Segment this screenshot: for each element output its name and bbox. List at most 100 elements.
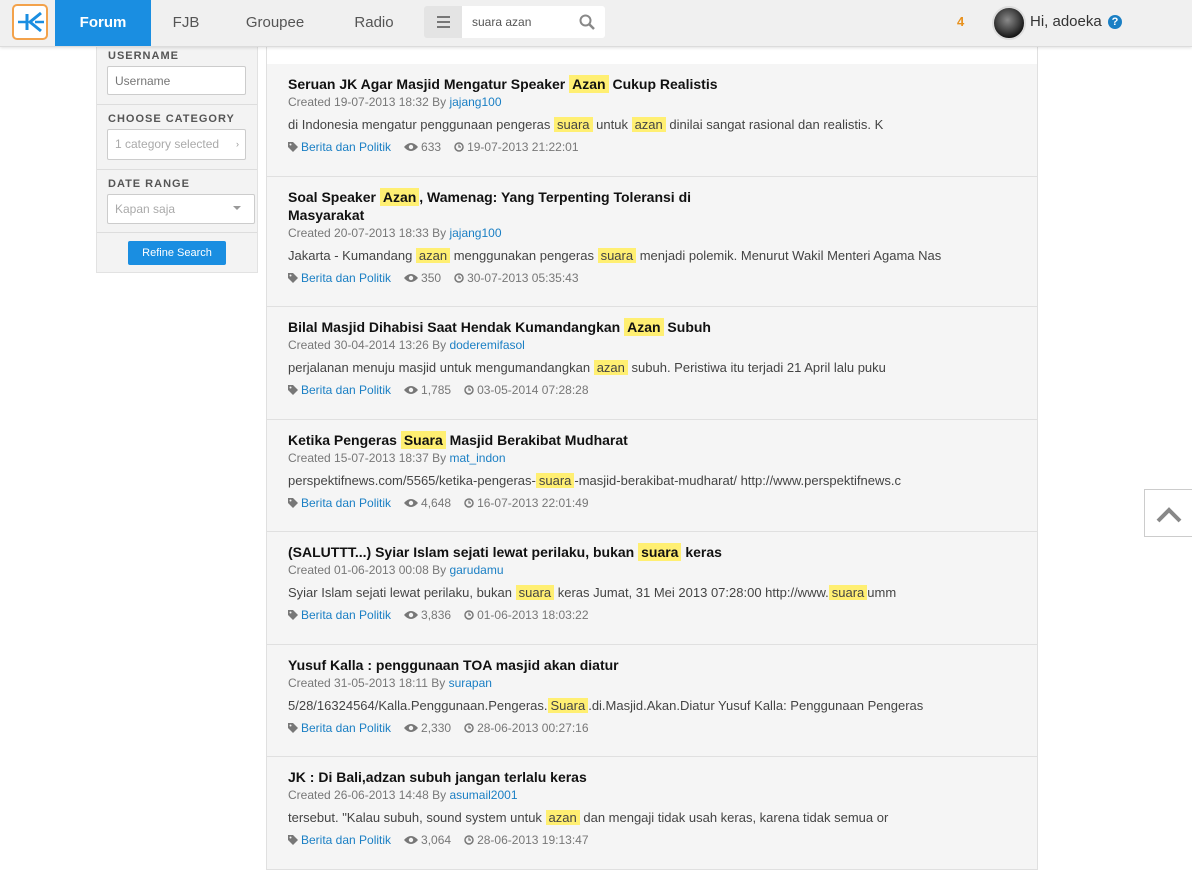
snippet-text: menggunakan pengeras bbox=[450, 248, 598, 263]
category-link[interactable]: Berita dan Politik bbox=[301, 140, 391, 154]
title-text: Cukup Realistis bbox=[608, 76, 718, 92]
hamburger-menu-icon[interactable] bbox=[424, 6, 462, 38]
result-footer: Berita dan Politik 4,648 16-07-2013 22:01:… bbox=[288, 496, 589, 510]
author-link[interactable]: surapan bbox=[449, 676, 492, 690]
eye-icon bbox=[404, 274, 419, 282]
username-input[interactable] bbox=[107, 66, 246, 95]
view-count: 350 bbox=[421, 271, 442, 285]
view-count: 2,330 bbox=[421, 721, 452, 735]
date-range-select[interactable]: Kapan saja bbox=[107, 194, 255, 224]
title-text: Soal Speaker bbox=[288, 189, 380, 205]
search-highlight: Suara bbox=[547, 698, 589, 713]
last-post-date: 28-06-2013 00:27:16 bbox=[477, 721, 589, 735]
eye-icon bbox=[404, 143, 419, 151]
snippet-text: subuh. Peristiwa itu terjadi 21 April la… bbox=[627, 360, 886, 375]
author-link[interactable]: doderemifasol bbox=[449, 338, 524, 352]
result-title[interactable]: Ketika Pengeras Suara Masjid Berakibat M… bbox=[288, 431, 738, 449]
category-section: CHOOSE CATEGORY 1 category selected › bbox=[97, 104, 257, 170]
result-item: Ketika Pengeras Suara Masjid Berakibat M… bbox=[267, 420, 1037, 532]
result-meta: Created 19-07-2013 18:32 By jajang100 bbox=[288, 95, 502, 109]
help-icon[interactable]: ? bbox=[1108, 15, 1122, 29]
tab-radio[interactable]: Radio bbox=[329, 0, 419, 46]
result-footer: Berita dan Politik 3,064 28-06-2013 19:13:… bbox=[288, 833, 589, 847]
search-highlight: suara bbox=[515, 585, 555, 600]
category-label: CHOOSE CATEGORY bbox=[108, 113, 235, 125]
category-value: 1 category selected bbox=[115, 137, 220, 151]
result-title[interactable]: (SALUTTT...) Syiar Islam sejati lewat pe… bbox=[288, 543, 738, 561]
kaskus-logo[interactable] bbox=[12, 4, 48, 40]
notification-count[interactable]: 4 bbox=[957, 14, 964, 29]
result-title[interactable]: Seruan JK Agar Masjid Mengatur Speaker A… bbox=[288, 75, 738, 93]
refine-search-button[interactable]: Refine Search bbox=[128, 241, 226, 265]
clock-icon bbox=[464, 835, 474, 845]
tag-icon bbox=[288, 610, 298, 620]
category-select[interactable]: 1 category selected › bbox=[107, 129, 246, 160]
chevron-down-icon bbox=[233, 206, 241, 210]
result-title[interactable]: Bilal Masjid Dihabisi Saat Hendak Kumand… bbox=[288, 318, 738, 336]
result-item: JK : Di Bali,adzan subuh jangan terlalu … bbox=[267, 757, 1037, 870]
result-meta: Created 20-07-2013 18:33 By jajang100 bbox=[288, 226, 502, 240]
created-date: Created 31-05-2013 18:11 By bbox=[288, 676, 449, 690]
search-highlight: suara bbox=[638, 543, 682, 561]
title-text: keras bbox=[681, 544, 722, 560]
author-link[interactable]: garudamu bbox=[449, 563, 503, 577]
result-title[interactable]: Yusuf Kalla : penggunaan TOA masjid akan… bbox=[288, 656, 738, 674]
created-date: Created 01-06-2013 00:08 By bbox=[288, 563, 450, 577]
date-range-section: DATE RANGE Kapan saja bbox=[97, 169, 257, 233]
snippet-text: perspektifnews.com/5565/ketika-pengeras- bbox=[288, 473, 536, 488]
eye-icon bbox=[404, 611, 419, 619]
results-list: Seruan JK Agar Masjid Mengatur Speaker A… bbox=[266, 46, 1038, 870]
tag-icon bbox=[288, 498, 298, 508]
last-post-date: 28-06-2013 19:13:47 bbox=[477, 833, 589, 847]
chevron-right-icon: › bbox=[236, 139, 239, 149]
result-title[interactable]: Soal Speaker Azan, Wamenag: Yang Terpent… bbox=[288, 188, 738, 224]
author-link[interactable]: asumail2001 bbox=[449, 788, 517, 802]
top-navbar: Forum FJB Groupee Radio 4 Hi, adoeka ? bbox=[0, 0, 1192, 47]
title-text: Seruan JK Agar Masjid Mengatur Speaker bbox=[288, 76, 570, 92]
eye-icon bbox=[404, 386, 419, 394]
author-link[interactable]: jajang100 bbox=[449, 226, 501, 240]
created-date: Created 20-07-2013 18:33 By bbox=[288, 226, 450, 240]
clock-icon bbox=[454, 142, 464, 152]
title-text: Subuh bbox=[663, 319, 711, 335]
result-footer: Berita dan Politik 633 19-07-2013 21:22:01 bbox=[288, 140, 579, 154]
view-count: 3,836 bbox=[421, 608, 452, 622]
snippet-text: perjalanan menuju masjid untuk mengumand… bbox=[288, 360, 594, 375]
title-text: (SALUTTT...) Syiar Islam sejati lewat pe… bbox=[288, 544, 639, 560]
search-highlight: Azan bbox=[379, 188, 420, 206]
author-link[interactable]: mat_indon bbox=[449, 451, 505, 465]
created-date: Created 30-04-2014 13:26 By bbox=[288, 338, 450, 352]
result-title[interactable]: JK : Di Bali,adzan subuh jangan terlalu … bbox=[288, 768, 738, 786]
tab-forum[interactable]: Forum bbox=[55, 0, 151, 46]
category-link[interactable]: Berita dan Politik bbox=[301, 608, 391, 622]
result-snippet: Syiar Islam sejati lewat perilaku, bukan… bbox=[288, 585, 1028, 600]
category-link[interactable]: Berita dan Politik bbox=[301, 271, 391, 285]
avatar[interactable] bbox=[992, 6, 1026, 40]
result-snippet: di Indonesia mengatur penggunaan pengera… bbox=[288, 117, 1028, 132]
snippet-text: -masjid-berakibat-mudharat/ http://www.p… bbox=[574, 473, 901, 488]
date-range-label: DATE RANGE bbox=[108, 178, 190, 190]
result-snippet: 5/28/16324564/Kalla.Penggunaan.Pengeras.… bbox=[288, 698, 1028, 713]
search-input[interactable] bbox=[472, 13, 572, 31]
last-post-date: 19-07-2013 21:22:01 bbox=[467, 140, 579, 154]
view-count: 633 bbox=[421, 140, 442, 154]
result-footer: Berita dan Politik 350 30-07-2013 05:35:43 bbox=[288, 271, 579, 285]
scroll-to-top-button[interactable] bbox=[1144, 489, 1192, 537]
category-link[interactable]: Berita dan Politik bbox=[301, 496, 391, 510]
author-link[interactable]: jajang100 bbox=[449, 95, 501, 109]
tab-groupee[interactable]: Groupee bbox=[221, 0, 329, 46]
snippet-text: Jakarta - Kumandang bbox=[288, 248, 416, 263]
last-post-date: 03-05-2014 07:28:28 bbox=[477, 383, 589, 397]
title-text: Bilal Masjid Dihabisi Saat Hendak Kumand… bbox=[288, 319, 625, 335]
category-link[interactable]: Berita dan Politik bbox=[301, 383, 391, 397]
result-item: Soal Speaker Azan, Wamenag: Yang Terpent… bbox=[267, 177, 1037, 307]
search-icon[interactable] bbox=[579, 14, 595, 30]
title-text: Ketika Pengeras bbox=[288, 432, 401, 448]
tab-fjb[interactable]: FJB bbox=[151, 0, 221, 46]
view-count: 4,648 bbox=[421, 496, 452, 510]
eye-icon bbox=[404, 724, 419, 732]
category-link[interactable]: Berita dan Politik bbox=[301, 833, 391, 847]
category-link[interactable]: Berita dan Politik bbox=[301, 721, 391, 735]
user-greeting[interactable]: Hi, adoeka bbox=[1030, 13, 1102, 30]
search-highlight: azan bbox=[631, 117, 666, 132]
